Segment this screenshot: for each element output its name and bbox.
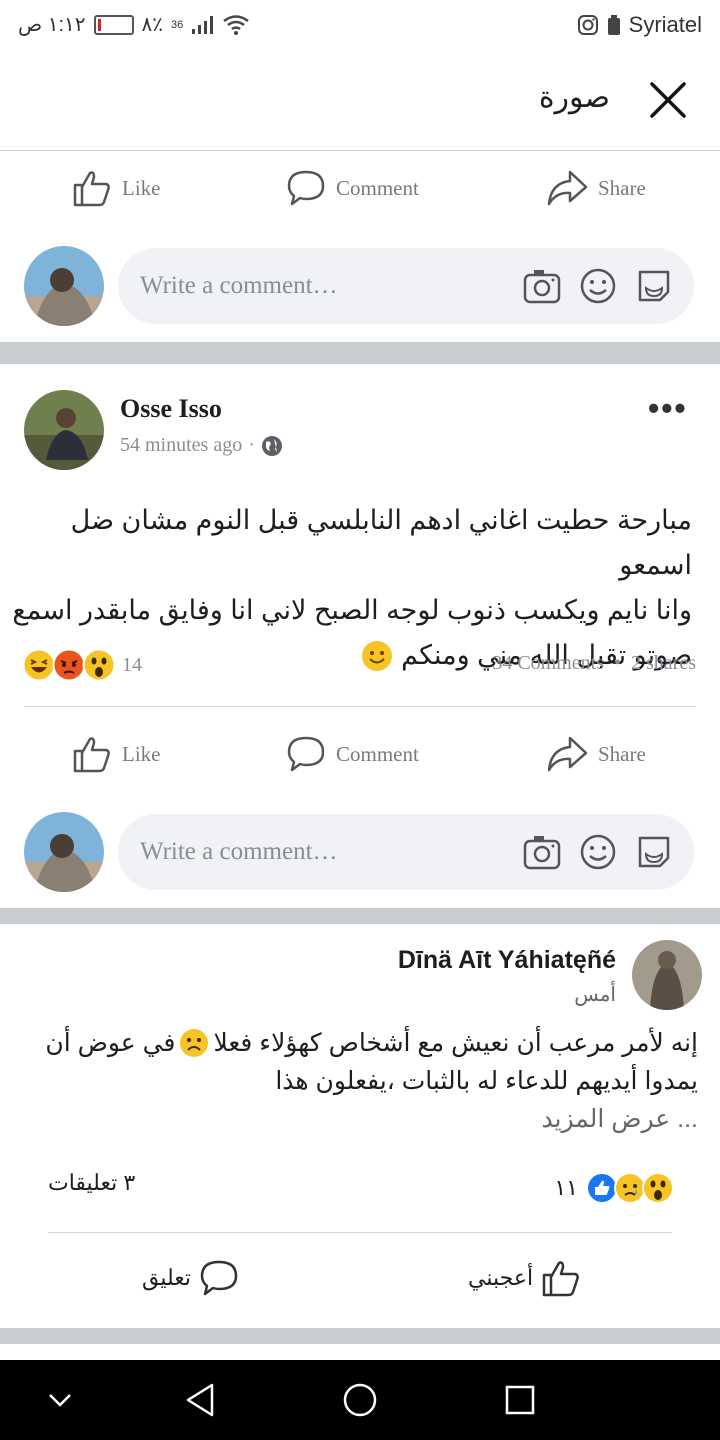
status-right: Syriatel <box>577 12 702 38</box>
comment-label: Comment <box>336 175 419 200</box>
comment-composer: Write a comment… <box>0 802 720 892</box>
globe-icon <box>261 435 282 456</box>
post-time: أمس <box>574 984 616 1006</box>
signal-label: 36 <box>171 18 184 31</box>
chevron-down-icon[interactable] <box>46 1386 74 1414</box>
comment-icon <box>287 736 325 772</box>
divider <box>48 1232 672 1233</box>
sad-emoji-icon <box>180 1029 209 1057</box>
post-author[interactable]: Osse Isso <box>120 394 222 424</box>
shares-count[interactable]: 2 shares <box>631 652 696 675</box>
comment-button[interactable]: Comment <box>286 168 419 208</box>
reactions-summary[interactable]: ١١ <box>554 1172 674 1204</box>
reactions-summary[interactable]: 14 <box>22 648 142 682</box>
emoji-icon[interactable] <box>578 832 618 872</box>
share-icon <box>547 170 588 206</box>
post-actions: Like Comment Share <box>0 718 720 788</box>
more-options-icon[interactable]: ••• <box>648 390 688 427</box>
comment-label: Comment <box>336 741 419 766</box>
battery-percent: ٨٪ <box>141 14 164 36</box>
camera-icon[interactable] <box>522 832 562 872</box>
close-icon[interactable] <box>648 80 688 120</box>
status-time: ١:١٢ ص <box>18 14 86 36</box>
thumbs-up-icon <box>542 1261 579 1297</box>
post-text-line-group: إنه لأمر مرعب أن نعيش مع أشخاص كهؤلاء فع… <box>0 1024 698 1062</box>
share-button[interactable]: Share <box>546 168 646 208</box>
avatar[interactable] <box>632 940 702 1010</box>
comments-count[interactable]: 34 Comments <box>492 652 604 675</box>
reaction-count: 14 <box>122 653 142 676</box>
comment-label: تعليق <box>142 1265 192 1290</box>
avatar[interactable] <box>24 812 104 892</box>
status-bar: ١:١٢ ص ٨٪ 36 Syriatel <box>0 0 720 50</box>
instagram-icon <box>577 15 598 35</box>
share-button[interactable]: Share <box>546 734 646 774</box>
post-actions-top: Like Comment Share <box>0 152 720 222</box>
top-bar: صورة <box>0 50 720 151</box>
camera-icon[interactable] <box>522 266 562 306</box>
like-button[interactable]: Like <box>72 168 160 208</box>
post-text-line: مبارحة حطيت اغاني ادهم النابلسي قبل النو… <box>70 505 692 580</box>
signal-icon <box>192 15 214 34</box>
back-icon[interactable] <box>184 1382 216 1418</box>
post-text-line: في عوض أن <box>45 1029 176 1057</box>
post-text-line: يمدوا أيديهم للدعاء له بالثبات ،يفعلون ه… <box>275 1067 698 1095</box>
emoji-icon[interactable] <box>578 266 618 306</box>
post-text-line: وانا نايم ويكسب ذنوب لوجه الصبح لاني انا… <box>12 595 692 625</box>
comment-placeholder: Write a comment… <box>140 272 338 299</box>
haha-reaction-icon <box>22 648 56 682</box>
share-icon <box>547 736 588 772</box>
carrier-name: Syriatel <box>628 12 702 37</box>
home-icon[interactable] <box>342 1382 378 1418</box>
wifi-icon <box>223 14 250 35</box>
wow-reaction-icon <box>642 1172 674 1204</box>
avatar[interactable] <box>24 390 104 470</box>
post-text-line: إنه لأمر مرعب أن نعيش مع أشخاص كهؤلاء فع… <box>213 1029 698 1057</box>
comment-icon <box>287 170 325 206</box>
separator <box>0 1328 720 1344</box>
divider <box>24 706 696 707</box>
like-button[interactable]: Like <box>72 734 160 774</box>
see-more-link[interactable]: ... عرض المزيد <box>0 1100 698 1138</box>
reaction-count: ١١ <box>554 1175 578 1200</box>
comments-count[interactable]: ٣ تعليقات <box>48 1170 135 1196</box>
like-button[interactable]: أعجبني <box>468 1258 581 1298</box>
angry-reaction-icon <box>52 648 86 682</box>
post-text: إنه لأمر مرعب أن نعيش مع أشخاص كهؤلاء فع… <box>0 1024 698 1138</box>
post-time: 54 minutes ago <box>120 434 243 456</box>
separator <box>0 342 720 364</box>
battery-icon <box>93 14 134 35</box>
comment-composer: Write a comment… <box>0 236 720 326</box>
dot-separator: • <box>614 652 622 674</box>
share-label: Share <box>598 741 646 766</box>
wow-reaction-icon <box>82 648 116 682</box>
like-label: Like <box>122 741 161 766</box>
comment-icon <box>200 1260 238 1296</box>
comment-button[interactable]: Comment <box>286 734 419 774</box>
comment-input[interactable]: Write a comment… <box>118 814 694 890</box>
navigation-bar <box>0 1360 720 1440</box>
sticker-icon[interactable] <box>634 832 674 872</box>
like-label: أعجبني <box>468 1265 534 1290</box>
separator <box>0 908 720 924</box>
sticker-icon[interactable] <box>634 266 674 306</box>
avatar[interactable] <box>24 246 104 326</box>
like-label: Like <box>122 175 161 200</box>
comment-button[interactable]: تعليق <box>142 1258 239 1298</box>
comment-input[interactable]: Write a comment… <box>118 248 694 324</box>
share-label: Share <box>598 175 646 200</box>
page-title: صورة <box>538 81 610 114</box>
comment-placeholder: Write a comment… <box>140 838 338 865</box>
post-stats: 34 Comments • 2 shares <box>492 652 696 675</box>
status-left: ١:١٢ ص ٨٪ 36 <box>18 12 250 37</box>
post-meta: 54 minutes ago · <box>120 434 283 457</box>
sim-icon <box>607 15 620 35</box>
thumbs-up-icon <box>73 737 110 773</box>
recents-icon[interactable] <box>504 1384 536 1416</box>
post-author[interactable]: Dīnä Aīt Yáhiatęñé <box>398 946 616 975</box>
smiley-emoji-icon <box>362 640 393 671</box>
thumbs-up-icon <box>73 171 110 207</box>
dot-separator: · <box>248 434 255 456</box>
